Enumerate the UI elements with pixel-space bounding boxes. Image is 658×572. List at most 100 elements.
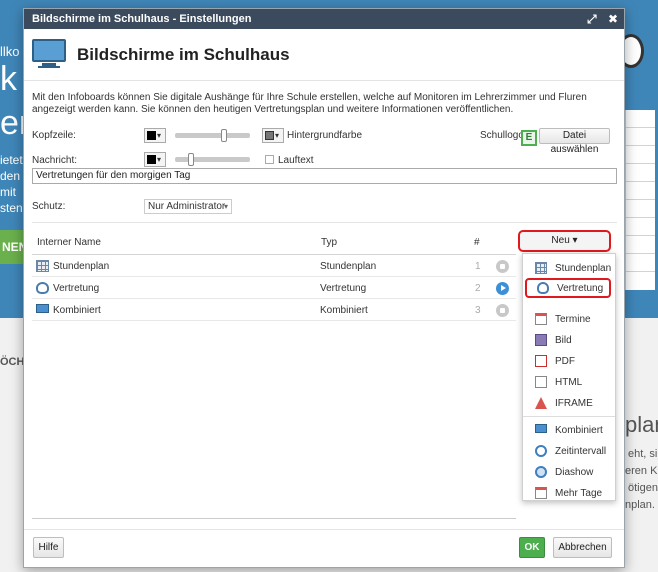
new-button[interactable]: Neu ▾ bbox=[518, 230, 611, 252]
menu-item-iframe[interactable]: IFRAME bbox=[523, 393, 615, 413]
bg-text: llko bbox=[0, 44, 20, 59]
cancel-button[interactable]: Abbrechen bbox=[553, 537, 612, 558]
divider bbox=[32, 222, 617, 223]
menu-item-pdf[interactable]: PDF bbox=[523, 351, 615, 371]
menu-item-mehr-tage[interactable]: Mehr Tage bbox=[523, 483, 615, 503]
grid-icon bbox=[535, 262, 547, 274]
dialog-header: Bildschirme im Schulhaus bbox=[24, 29, 624, 81]
headset-icon bbox=[36, 282, 49, 294]
menu-separator bbox=[523, 416, 615, 417]
message-input[interactable]: Vertretungen für den morgigen Tag bbox=[32, 168, 617, 184]
hintergrundfarbe-label: Hintergrundfarbe bbox=[287, 130, 363, 141]
ok-button[interactable]: OK bbox=[519, 537, 545, 558]
menu-item-label: Mehr Tage bbox=[555, 488, 603, 499]
html-icon bbox=[535, 376, 547, 388]
calendar-icon bbox=[535, 487, 547, 499]
help-button[interactable]: Hilfe bbox=[33, 537, 64, 558]
monitor-icon bbox=[535, 424, 547, 433]
file-select-button[interactable]: Datei auswählen bbox=[539, 128, 610, 155]
menu-item-bild[interactable]: Bild bbox=[523, 330, 615, 350]
headset-icon bbox=[537, 282, 549, 294]
stop-icon[interactable] bbox=[496, 260, 509, 273]
bg-text: ötigen. bbox=[628, 482, 658, 494]
row-type: Kombiniert bbox=[320, 305, 368, 316]
menu-item-vertretung[interactable]: Vertretung bbox=[525, 278, 611, 298]
iframe-icon bbox=[535, 397, 547, 409]
kopfzeile-label: Kopfzeile: bbox=[32, 130, 76, 141]
menu-item-termine[interactable]: Termine bbox=[523, 309, 615, 329]
menu-item-kombiniert[interactable]: Kombiniert bbox=[523, 420, 615, 440]
table-row[interactable]: Stundenplan Stundenplan 1 bbox=[32, 255, 516, 277]
slideshow-icon bbox=[535, 466, 547, 478]
menu-item-label: Bild bbox=[555, 335, 572, 346]
chevron-down-icon: ▾ bbox=[223, 202, 228, 211]
row-type: Vertretung bbox=[320, 283, 367, 294]
pdf-icon bbox=[535, 355, 547, 367]
monitor-icon bbox=[36, 304, 49, 313]
kopfzeile-color-picker[interactable]: ▾ bbox=[144, 128, 166, 143]
bg-text: ÖCH bbox=[0, 356, 25, 368]
nachricht-color-picker[interactable]: ▾ bbox=[144, 152, 166, 167]
background-color-picker[interactable]: ▾ bbox=[262, 128, 284, 143]
menu-item-label: Kombiniert bbox=[555, 425, 603, 436]
paper-illustration bbox=[625, 110, 655, 290]
column-header-number[interactable]: # bbox=[474, 237, 480, 248]
nachricht-slider[interactable] bbox=[175, 153, 250, 166]
schutz-label: Schutz: bbox=[32, 201, 66, 212]
lauftext-label: Lauftext bbox=[278, 155, 314, 166]
maximize-icon[interactable]: ⤢ bbox=[587, 12, 597, 26]
clock-icon bbox=[535, 445, 547, 457]
menu-item-label: IFRAME bbox=[555, 398, 593, 409]
dialog-title: Bildschirme im Schulhaus - Einstellungen bbox=[32, 13, 252, 25]
monitor-icon bbox=[32, 39, 66, 69]
bg-text: eren K bbox=[625, 465, 658, 477]
menu-item-html[interactable]: HTML bbox=[523, 372, 615, 392]
bg-text: ietet bbox=[0, 153, 23, 167]
close-icon[interactable]: ✖ bbox=[608, 12, 618, 26]
bg-text: nplan. bbox=[625, 499, 655, 511]
new-dropdown-menu: Stundenplan Vertretung Termine Bild PDF … bbox=[522, 253, 616, 501]
grid-icon bbox=[36, 260, 49, 272]
bg-text: eht, sir bbox=[628, 448, 658, 460]
list-bottom-divider bbox=[32, 518, 516, 519]
menu-item-label: Termine bbox=[555, 314, 591, 325]
menu-item-label: HTML bbox=[555, 377, 583, 388]
schullogo-label: Schullogo: bbox=[480, 130, 527, 141]
play-icon[interactable] bbox=[496, 282, 509, 295]
column-header-name[interactable]: Interner Name bbox=[37, 237, 101, 248]
column-header-type[interactable]: Typ bbox=[321, 237, 337, 248]
menu-item-label: Vertretung bbox=[557, 283, 604, 294]
table-row[interactable]: Vertretung Vertretung 2 bbox=[32, 277, 516, 299]
row-number: 1 bbox=[475, 261, 481, 272]
menu-item-label: Stundenplan bbox=[555, 263, 612, 274]
logo-preview-icon: E bbox=[521, 130, 537, 146]
menu-item-label: Zeitintervall bbox=[555, 446, 607, 457]
stop-icon[interactable] bbox=[496, 304, 509, 317]
row-name: Kombiniert bbox=[53, 305, 101, 316]
bg-text: den bbox=[0, 169, 21, 183]
bg-text: mit bbox=[0, 185, 16, 199]
page-title: Bildschirme im Schulhaus bbox=[77, 45, 290, 64]
dialog-titlebar[interactable]: Bildschirme im Schulhaus - Einstellungen… bbox=[24, 9, 624, 29]
description-text: Mit den Infoboards können Sie digitale A… bbox=[32, 92, 587, 115]
kopfzeile-slider[interactable] bbox=[175, 129, 250, 142]
image-icon bbox=[535, 334, 547, 346]
bg-text: k bbox=[0, 60, 17, 98]
bg-text: plan bbox=[625, 412, 658, 437]
menu-item-diashow[interactable]: Diashow bbox=[523, 462, 615, 482]
schutz-select-value: Nur Administrator bbox=[148, 201, 226, 212]
bg-text: sten bbox=[0, 201, 23, 215]
row-number: 3 bbox=[475, 305, 481, 316]
schutz-select[interactable]: Nur Administrator ▾ bbox=[144, 199, 232, 214]
menu-item-zeitintervall[interactable]: Zeitintervall bbox=[523, 441, 615, 461]
nachricht-label: Nachricht: bbox=[32, 155, 78, 166]
row-name: Stundenplan bbox=[53, 261, 110, 272]
menu-item-stundenplan[interactable]: Stundenplan bbox=[523, 258, 615, 278]
menu-item-label: PDF bbox=[555, 356, 575, 367]
row-name: Vertretung bbox=[53, 283, 100, 294]
row-number: 2 bbox=[475, 283, 481, 294]
menu-item-label: Diashow bbox=[555, 467, 594, 478]
lauftext-checkbox[interactable] bbox=[265, 155, 274, 164]
table-row[interactable]: Kombiniert Kombiniert 3 bbox=[32, 299, 516, 321]
row-type: Stundenplan bbox=[320, 261, 377, 272]
